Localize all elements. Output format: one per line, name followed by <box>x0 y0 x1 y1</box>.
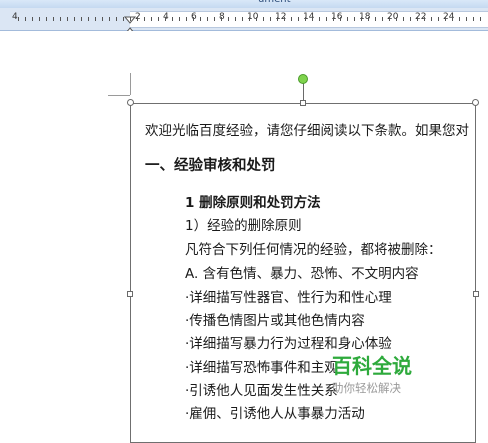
ruler-tick <box>256 17 257 21</box>
ruler-tick <box>326 17 327 21</box>
ruler-tick <box>53 17 54 21</box>
rotation-handle[interactable] <box>298 74 308 84</box>
window-title: ument <box>258 0 291 5</box>
list-item: ·详细描写恐怖事件和主观 <box>185 360 338 376</box>
list-item: ·传播色情图片或其他色情内容 <box>185 313 365 329</box>
horizontal-ruler[interactable]: 4 24681012141618202224 <box>0 8 488 38</box>
list-item: ·详细描写暴力行为过程和身心体验 <box>185 336 392 352</box>
ruler-tick <box>242 17 243 21</box>
ruler-tick <box>466 17 467 21</box>
ruler-tick <box>333 17 334 21</box>
ruler-tick <box>81 17 82 21</box>
ruler-tick <box>25 17 26 21</box>
resize-handle-top[interactable] <box>300 100 306 106</box>
ruler-tick <box>389 17 390 21</box>
body-text-line: 欢迎光临百度经验，请您仔细阅读以下条款。如果您对 <box>145 123 469 139</box>
ruler-tick <box>200 17 201 21</box>
resize-handle-left[interactable] <box>127 291 133 297</box>
ruler-tick <box>137 17 138 21</box>
ruler-tick <box>340 17 341 21</box>
list-item: ·引诱他人见面发生性关系 <box>185 383 338 399</box>
ruler-tick <box>291 17 292 21</box>
watermark-logo: 百科全说 助你轻松解决 <box>328 350 453 400</box>
ruler-tick <box>46 17 47 21</box>
ruler-tick <box>109 17 110 21</box>
ruler-tick <box>130 17 131 21</box>
ruler-tick <box>431 17 432 21</box>
ruler-tick <box>445 17 446 21</box>
resize-handle-right[interactable] <box>473 291 479 297</box>
ruler-tick <box>151 17 152 21</box>
ruler-tick <box>193 17 194 21</box>
ruler-tick <box>235 17 236 21</box>
ruler-tick <box>277 17 278 21</box>
ruler-tick <box>74 17 75 21</box>
ruler-tick <box>172 17 173 21</box>
ruler-tick <box>424 17 425 21</box>
ruler-tick <box>207 17 208 21</box>
ruler-tick <box>403 17 404 21</box>
ruler-tick <box>417 17 418 21</box>
list-item: ·雇佣、引诱他人从事暴力活动 <box>185 406 365 422</box>
resize-handle-top-left[interactable] <box>127 99 134 106</box>
ruler-tick <box>354 17 355 21</box>
ruler-tick <box>186 17 187 21</box>
ruler-tick <box>319 17 320 21</box>
ruler-tick <box>123 17 124 21</box>
ruler-tick <box>67 17 68 21</box>
ruler-tick <box>473 17 474 21</box>
ruler-tick <box>221 17 222 21</box>
ruler-tick <box>270 17 271 21</box>
ruler-tick <box>32 17 33 21</box>
ruler-tick <box>459 17 460 21</box>
ruler-tick <box>144 17 145 21</box>
ruler-tick <box>368 17 369 21</box>
ruler-tick <box>284 17 285 21</box>
rotation-connector <box>303 83 304 100</box>
subsection-heading: 1 删除原则和处罚方法 <box>185 195 321 211</box>
ruler-tick <box>116 17 117 21</box>
title-bar: ument <box>0 0 488 8</box>
ruler-tick <box>18 17 19 21</box>
list-item: ·详细描写性器官、性行为和性心理 <box>185 290 392 306</box>
ruler-tick <box>165 17 166 21</box>
body-text-line: A. 含有色情、暴力、恐怖、不文明内容 <box>185 266 419 282</box>
ruler-tick <box>228 17 229 21</box>
ruler-tick <box>263 17 264 21</box>
ruler-tick <box>305 17 306 21</box>
ruler-tick <box>249 17 250 21</box>
ruler-number: 4 <box>12 12 18 22</box>
ruler-tick <box>102 17 103 21</box>
margin-corner-mark <box>130 73 131 95</box>
ruler-tick <box>382 17 383 21</box>
ruler-tick <box>298 17 299 21</box>
watermark-subtitle: 助你轻松解决 <box>332 381 401 395</box>
ruler-tick <box>158 17 159 21</box>
ruler-tick <box>347 17 348 21</box>
ruler-tick <box>214 17 215 21</box>
body-text-line: 1）经验的删除原则 <box>185 218 302 234</box>
section-heading: 一、经验审核和处罚 <box>145 158 276 174</box>
ruler-tick <box>60 17 61 21</box>
ruler-tick <box>375 17 376 21</box>
ruler-tick <box>39 17 40 21</box>
ruler-tick <box>179 17 180 21</box>
ruler-tick <box>95 17 96 21</box>
watermark-title: 百科全说 <box>332 354 412 378</box>
ruler-tick <box>410 17 411 21</box>
ruler-tick <box>396 17 397 21</box>
body-text-line: 凡符合下列任何情况的经验，都将被删除： <box>185 242 442 258</box>
margin-corner-mark <box>108 95 130 96</box>
ruler-tick <box>361 17 362 21</box>
ruler-tick <box>438 17 439 21</box>
resize-handle-top-right[interactable] <box>472 99 479 106</box>
ruler-tick <box>452 17 453 21</box>
ruler-tick <box>480 17 481 21</box>
ruler-tick <box>88 17 89 21</box>
ruler-tick <box>312 17 313 21</box>
